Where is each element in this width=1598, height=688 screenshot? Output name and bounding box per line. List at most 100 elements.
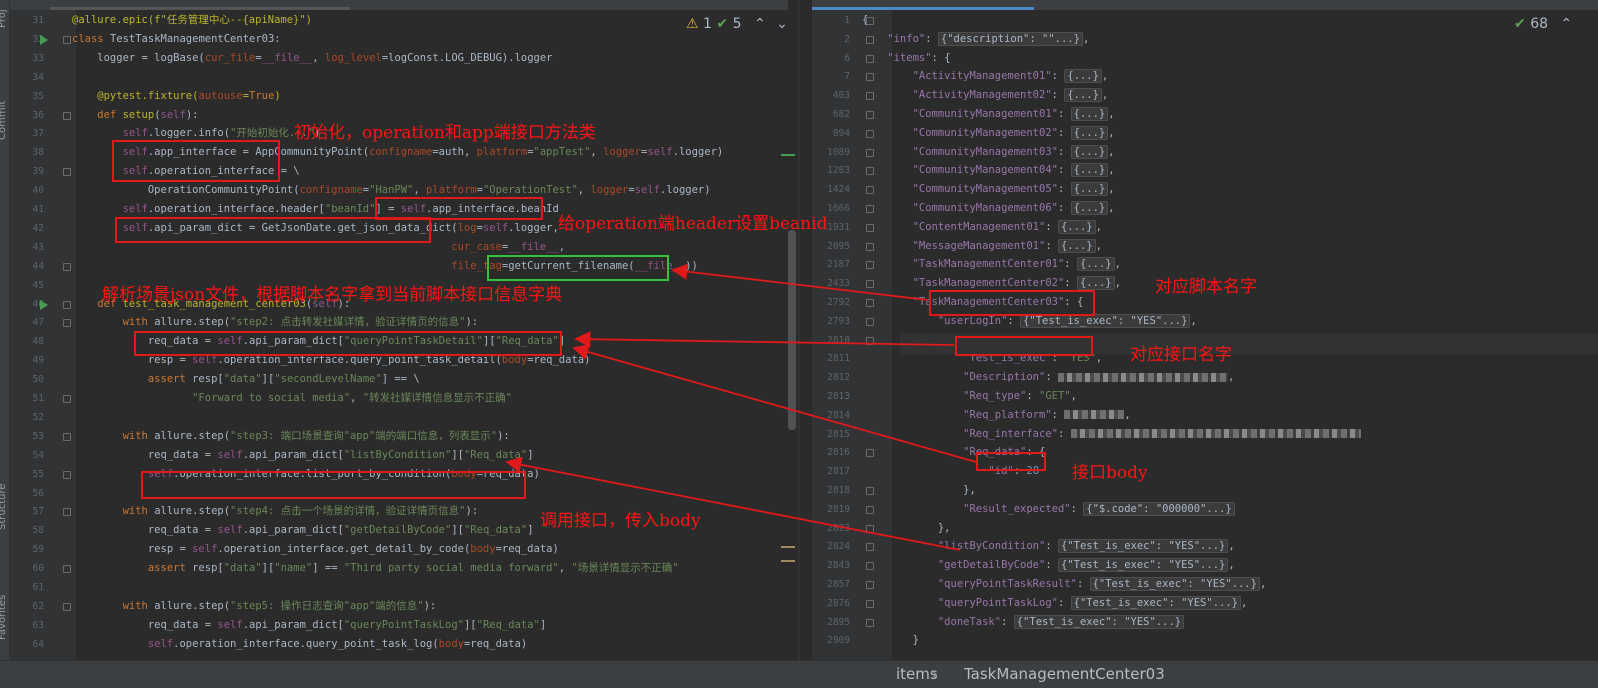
fold-icon[interactable]	[866, 54, 874, 63]
code-line[interactable]: with allure.step("step5: 操作日志查询"app"端的信息…	[72, 597, 437, 616]
code-line[interactable]: "userLogIn": {"Test_is_exec": "YES"...},	[862, 312, 1197, 331]
chevron-up-icon[interactable]: ⌃	[754, 16, 766, 32]
run-test-icon[interactable]	[40, 299, 48, 310]
code-line[interactable]: "doneTask": {"Test_is_exec": "YES"...}	[862, 613, 1185, 632]
code-line[interactable]: assert resp["data"]["name"] == "Third pa…	[72, 559, 679, 578]
fold-icon[interactable]	[866, 186, 874, 195]
inspection-widget[interactable]: ⚠ 1 ✔ 5 ⌃ ⌄	[686, 16, 788, 32]
fold-icon[interactable]	[866, 505, 874, 514]
code-line[interactable]: self.api_param_dict = GetJsonDate.get_js…	[72, 219, 559, 238]
fold-icon[interactable]	[63, 319, 71, 328]
code-line[interactable]: "Forward to social media", "转发社媒详情信息显示不正…	[72, 389, 512, 408]
fold-icon[interactable]	[866, 73, 874, 82]
project-tool-label[interactable]: Proj	[0, 9, 8, 28]
structure-tool-label[interactable]: Structure	[0, 483, 8, 530]
code-line[interactable]: "Req_data": {	[862, 443, 1045, 462]
code-line[interactable]: with allure.step("step2: 点击转发社媒详情，验证详情页的…	[72, 313, 479, 332]
fold-icon[interactable]	[63, 300, 71, 309]
code-line[interactable]: file_tag=getCurrent_filename(__file__))	[72, 257, 698, 276]
code-line[interactable]: "Req_interface":	[862, 425, 1361, 444]
code-line[interactable]: "Description": ,	[862, 368, 1234, 387]
fold-icon[interactable]	[866, 581, 874, 589]
fold-icon[interactable]	[63, 35, 71, 44]
code-line[interactable]: logger = logBase(cur_file=__file__, log_…	[72, 49, 552, 68]
code-line[interactable]: "CommunityManagement01": {...},	[862, 105, 1115, 124]
fold-icon[interactable]	[63, 168, 71, 177]
left-scrollbar[interactable]	[788, 230, 796, 430]
fold-icon[interactable]	[866, 299, 874, 307]
code-line[interactable]: resp = self.operation_interface.get_deta…	[72, 540, 559, 559]
code-line[interactable]: "ActivityManagement02": {...},	[862, 86, 1108, 105]
code-line[interactable]: self.operation_interface.query_point_tas…	[72, 635, 527, 654]
code-line[interactable]: req_data = self.api_param_dict["queryPoi…	[72, 332, 565, 351]
fold-icon[interactable]	[866, 148, 874, 157]
code-line[interactable]: "getDetailByCode": {"Test_is_exec": "YES…	[862, 556, 1235, 575]
code-line[interactable]: "TaskManagementCenter01": {...},	[862, 255, 1121, 274]
code-line[interactable]: OperationCommunityPoint(configname="HanP…	[72, 181, 711, 200]
fold-icon[interactable]	[866, 317, 874, 326]
favorites-tool-label[interactable]: Favorites	[0, 595, 8, 640]
code-line[interactable]: "MessageManagement01": {...},	[862, 237, 1102, 256]
code-line[interactable]: }	[862, 631, 919, 650]
fold-icon[interactable]	[866, 261, 874, 270]
chevron-up-icon[interactable]: ⌃	[1560, 16, 1572, 32]
code-line[interactable]: },	[862, 519, 951, 538]
code-line[interactable]: "CommunityManagement05": {...},	[862, 180, 1115, 199]
code-line[interactable]: self.logger.info("开始初始化...")	[72, 124, 321, 143]
code-line[interactable]: @allure.epic(f"任务管理中心--{apiName}")	[72, 11, 312, 30]
fold-icon[interactable]	[63, 432, 71, 441]
fold-icon[interactable]	[63, 395, 71, 403]
fold-icon[interactable]	[866, 543, 874, 552]
fold-icon[interactable]	[866, 129, 874, 138]
code-line[interactable]: def setup(self):	[72, 106, 198, 125]
code-line[interactable]: "items": {	[862, 49, 950, 68]
code-line[interactable]: with allure.step("step4: 点击一个场景的详情，验证详情页…	[72, 502, 479, 521]
code-line[interactable]: req_data = self.api_param_dict["queryPoi…	[72, 616, 546, 635]
fold-icon[interactable]	[866, 35, 874, 44]
fold-icon[interactable]	[866, 336, 874, 345]
commit-tool-label[interactable]: Commit	[0, 101, 8, 140]
code-line[interactable]: "CommunityManagement06": {...},	[862, 199, 1115, 218]
fold-icon[interactable]	[63, 508, 71, 517]
code-line[interactable]: cur_case=__file__,	[72, 238, 565, 257]
code-line[interactable]: class TestTaskManagementCenter03:	[72, 30, 281, 49]
code-line[interactable]: "CommunityManagement04": {...},	[862, 161, 1115, 180]
right-inspection-widget[interactable]: ✔ 68 ⌃	[1514, 16, 1572, 32]
code-line[interactable]: "info": {"description": ""...},	[862, 30, 1089, 49]
fold-icon[interactable]	[63, 470, 71, 479]
fold-icon[interactable]	[63, 602, 71, 611]
code-line[interactable]: "TaskManagementCenter02": {...},	[862, 274, 1121, 293]
split-divider[interactable]	[798, 0, 800, 660]
code-line[interactable]: @pytest.fixture(autouse=True)	[72, 87, 280, 106]
fold-icon[interactable]	[866, 167, 874, 176]
code-line[interactable]: "TaskManagementCenter03": {	[862, 293, 1084, 312]
fold-icon[interactable]	[63, 565, 71, 574]
chevron-down-icon[interactable]: ⌄	[776, 16, 788, 32]
code-line[interactable]: "queryPointTaskResult": {"Test_is_exec":…	[862, 575, 1266, 594]
fold-icon[interactable]	[866, 92, 874, 101]
code-line[interactable]: assert resp["data"]["secondLevelName"] =…	[72, 370, 420, 389]
code-line[interactable]: "ContentManagement01": {...},	[862, 218, 1102, 237]
code-line[interactable]: "Req_type": "GET",	[862, 387, 1077, 406]
code-line[interactable]: "Req_platform": ,	[862, 406, 1131, 425]
breadcrumb-current[interactable]: TaskManagementCenter03	[964, 665, 1165, 683]
code-line[interactable]: "Result_expected": {"$.code": "000000"..…	[862, 500, 1235, 519]
fold-icon[interactable]	[866, 524, 874, 533]
fold-icon[interactable]	[866, 280, 874, 289]
code-line[interactable]: self.operation_interface.header["beanId"…	[72, 200, 559, 219]
fold-icon[interactable]	[63, 262, 71, 271]
code-line[interactable]: "queryPointTaskLog": {"Test_is_exec": "Y…	[862, 594, 1247, 613]
fold-icon[interactable]	[866, 618, 874, 627]
fold-icon[interactable]	[866, 487, 874, 495]
code-line[interactable]: req_data = self.api_param_dict["getDetai…	[72, 521, 534, 540]
code-line[interactable]: },	[862, 481, 976, 500]
fold-icon[interactable]	[866, 599, 874, 608]
code-line[interactable]: "id": 28	[862, 462, 1039, 481]
code-line[interactable]: "CommunityManagement03": {...},	[862, 143, 1115, 162]
code-line[interactable]: self.app_interface = AppCommunityPoint(c…	[72, 143, 724, 162]
code-line[interactable]: resp = self.operation_interface.query_po…	[72, 351, 591, 370]
fold-icon[interactable]	[866, 17, 874, 25]
run-test-icon[interactable]	[40, 34, 48, 45]
fold-icon[interactable]	[866, 111, 874, 119]
python-editor[interactable]: ⚠ 1 ✔ 5 ⌃ ⌄ 31 @allure.epic(f"任务管理中心--{ap…	[10, 10, 788, 660]
